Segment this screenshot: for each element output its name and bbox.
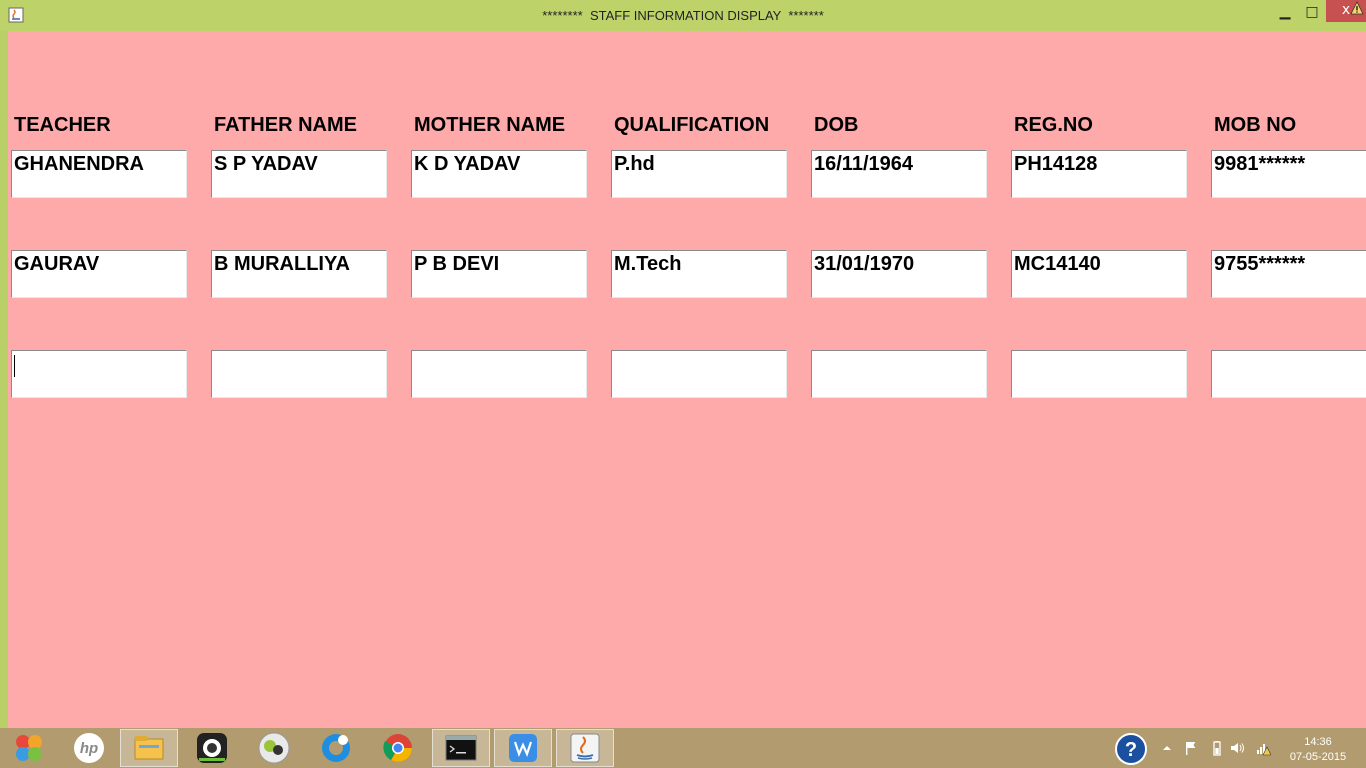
close-icon: x: [1341, 2, 1351, 18]
hp-button[interactable]: hp: [60, 729, 118, 767]
wps-writer-icon: [509, 734, 537, 762]
wps-writer-button[interactable]: [494, 729, 552, 767]
field-reg-no-row-1[interactable]: PH14128: [1011, 150, 1187, 198]
media-app-icon: [258, 732, 290, 764]
field-mother-name-row-1[interactable]: K D YADAV: [411, 150, 587, 198]
header-dob: DOB: [814, 114, 859, 136]
action-center-flag-icon[interactable]: [1183, 740, 1199, 756]
field-teacher-row-3[interactable]: [11, 350, 187, 398]
clock-time: 14:36: [1304, 736, 1332, 748]
show-hidden-icons-icon[interactable]: [1159, 740, 1175, 756]
svg-text:?: ?: [1125, 739, 1137, 761]
field-mob-no-row-1[interactable]: 9981******: [1211, 150, 1366, 198]
taskbar: hp ? 14:36 07-05-2015: [0, 728, 1366, 768]
field-mother-name-row-3[interactable]: [411, 350, 587, 398]
volume-icon[interactable]: [1229, 740, 1245, 756]
java-button[interactable]: [556, 729, 614, 767]
header-reg-no: REG.NO: [1014, 114, 1093, 136]
field-dob-row-3[interactable]: [811, 350, 987, 398]
field-mob-no-row-2[interactable]: 9755******: [1211, 250, 1366, 298]
camera-app-icon: [197, 733, 227, 763]
field-qualification-row-2[interactable]: M.Tech: [611, 250, 787, 298]
field-teacher-row-1[interactable]: GHANENDRA: [11, 150, 187, 198]
field-dob-row-1[interactable]: 16/11/1964: [811, 150, 987, 198]
field-father-name-row-3[interactable]: [211, 350, 387, 398]
field-teacher-row-2[interactable]: GAURAV: [11, 250, 187, 298]
field-father-name-row-2[interactable]: B MURALLIYA: [211, 250, 387, 298]
java-icon: [570, 733, 600, 763]
staff-info-panel: TEACHER FATHER NAME MOTHER NAME QUALIFICATI…: [8, 31, 1366, 728]
header-teacher: TEACHER: [14, 114, 111, 136]
hp-icon: hp: [74, 733, 104, 763]
browser-blue-icon: [322, 734, 350, 762]
header-mob-no: MOB NO: [1214, 114, 1297, 136]
field-dob-row-2[interactable]: 31/01/1970: [811, 250, 987, 298]
close-button[interactable]: x: [1326, 0, 1366, 22]
camera-app-button[interactable]: [183, 729, 241, 767]
file-explorer-button[interactable]: [120, 729, 178, 767]
header-qualification: QUALIFICATION: [614, 114, 770, 136]
window-title: ******** STAFF INFORMATION DISPLAY *****…: [542, 8, 824, 23]
clock[interactable]: 14:36 07-05-2015: [1282, 735, 1354, 765]
svg-text:hp: hp: [80, 740, 98, 757]
field-reg-no-row-3[interactable]: [1011, 350, 1187, 398]
minimize-button[interactable]: ▁: [1272, 2, 1298, 22]
clock-date: 07-05-2015: [1289, 751, 1347, 763]
command-prompt-button[interactable]: [432, 729, 490, 767]
command-prompt-icon: [445, 735, 477, 761]
field-father-name-row-1[interactable]: S P YADAV: [211, 150, 387, 198]
field-reg-no-row-2[interactable]: MC14140: [1011, 250, 1187, 298]
file-explorer-icon: [134, 736, 164, 760]
media-app-button[interactable]: [245, 729, 303, 767]
field-qualification-row-1[interactable]: P.hd: [611, 150, 787, 198]
chrome-button[interactable]: [369, 729, 427, 767]
maximize-button[interactable]: □: [1299, 2, 1325, 22]
title-bar: ******** STAFF INFORMATION DISPLAY *****…: [0, 0, 1366, 31]
chrome-icon: [383, 734, 412, 762]
field-mob-no-row-3[interactable]: [1211, 350, 1366, 398]
battery-icon[interactable]: [1209, 740, 1225, 756]
help-icon[interactable]: ?: [1114, 732, 1148, 766]
warning-icon: [1350, 1, 1364, 15]
field-qualification-row-3[interactable]: [611, 350, 787, 398]
start-icon: [16, 735, 42, 761]
header-mother-name: MOTHER NAME: [414, 114, 566, 136]
text-caret: [14, 355, 15, 377]
browser-blue-button[interactable]: [307, 729, 365, 767]
header-father-name: FATHER NAME: [214, 114, 357, 136]
network-warning-icon[interactable]: [1255, 740, 1271, 756]
start-button[interactable]: [0, 729, 58, 767]
field-mother-name-row-2[interactable]: P B DEVI: [411, 250, 587, 298]
